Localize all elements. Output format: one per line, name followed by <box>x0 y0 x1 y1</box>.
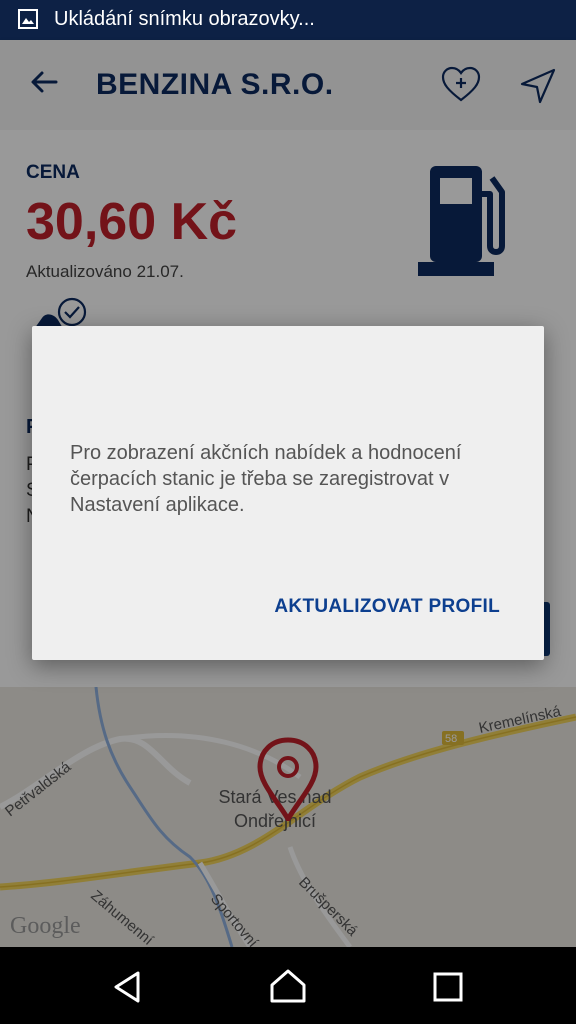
registration-dialog: Pro zobrazení akčních nabídek a hodnocen… <box>32 326 544 660</box>
nav-back-icon[interactable] <box>108 967 148 1007</box>
nav-home-icon[interactable] <box>268 967 308 1007</box>
image-icon <box>18 9 38 29</box>
status-bar: Ukládání snímku obrazovky... <box>0 0 576 40</box>
dialog-message: Pro zobrazení akčních nabídek a hodnocen… <box>70 442 462 516</box>
update-profile-button[interactable]: AKTUALIZOVAT PROFIL <box>274 596 500 618</box>
nav-recents-icon[interactable] <box>428 967 468 1007</box>
status-notification-text: Ukládání snímku obrazovky... <box>54 8 315 30</box>
system-navigation-bar <box>0 947 576 1024</box>
